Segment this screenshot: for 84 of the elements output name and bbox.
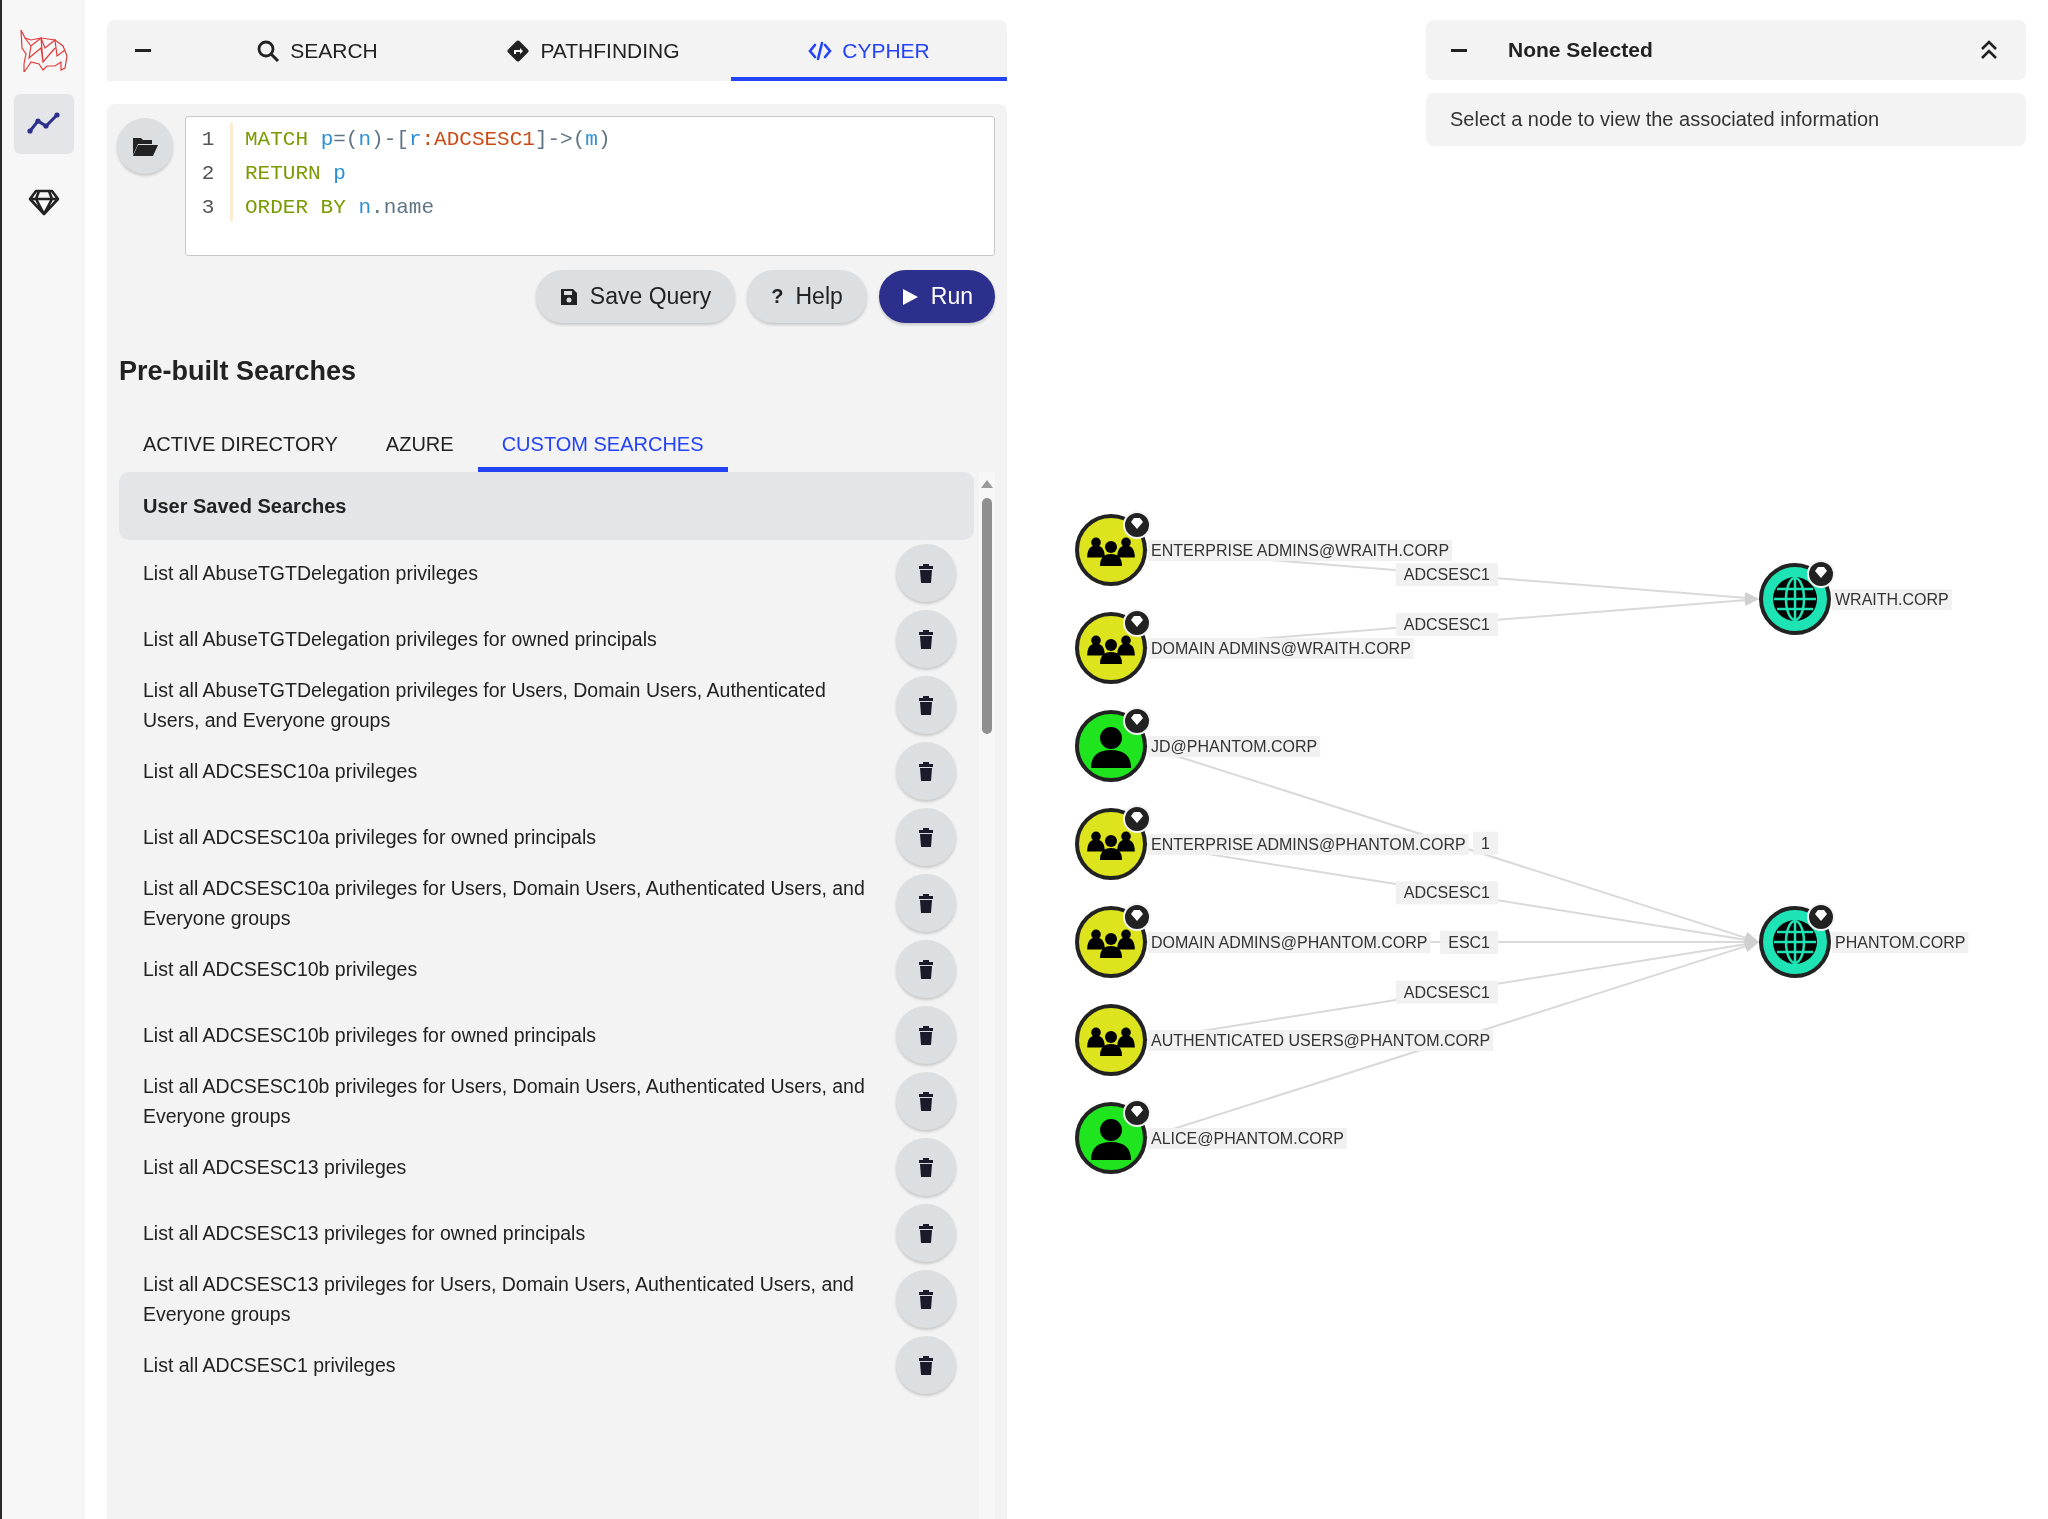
edge-label: ESC1 (1440, 931, 1499, 954)
minus-icon (134, 49, 152, 52)
delete-button[interactable] (896, 1072, 956, 1130)
tab[interactable]: PATHFINDING (455, 20, 731, 81)
edge-label: ADCSESC1 (1395, 563, 1499, 587)
trash-icon (918, 1091, 934, 1111)
minus-icon (1450, 48, 1468, 52)
trash-icon (918, 563, 934, 583)
delete-button[interactable] (896, 808, 956, 866)
trash-icon (918, 629, 934, 649)
trash-icon (918, 695, 934, 715)
node-label: WRAITH.CORP (1832, 589, 1952, 610)
node-label: ENTERPRISE ADMINS@PHANTOM.CORP (1148, 834, 1469, 855)
delete-button[interactable] (896, 1138, 956, 1196)
panel-title: None Selected (1508, 38, 1654, 62)
save-icon (559, 287, 578, 306)
tab[interactable]: AZURE (361, 423, 478, 472)
delete-button[interactable] (896, 874, 956, 932)
saved-search-item[interactable]: List all ADCSESC13 privileges for owned principals (143, 1218, 586, 1248)
saved-search-item[interactable]: List all AbuseTGTDelegation privileges (143, 558, 478, 588)
tab[interactable]: SEARCH (179, 20, 455, 81)
edge-label: ADCSESC1 (1395, 881, 1499, 905)
saved-search-item[interactable]: List all ADCSESC10b privileges for Users, Domain Users, Authenticated Users, and Everyone groups (143, 1071, 883, 1131)
group-node[interactable] (1075, 1004, 1147, 1076)
trash-icon (918, 827, 934, 847)
saved-search-item[interactable]: List all ADCSESC10a privileges for Users, Domain Users, Authenticated Users, and Everyone groups (143, 873, 883, 933)
saved-search-item[interactable]: List all ADCSESC10b privileges (143, 954, 418, 984)
node-label: DOMAIN ADMINS@PHANTOM.CORP (1148, 932, 1431, 953)
section-title: Pre-built Searches (119, 356, 358, 387)
nav-button[interactable] (13, 94, 74, 154)
line-number: 2 (201, 161, 215, 187)
line-number: 1 (201, 127, 215, 153)
saved-search-item[interactable]: List all AbuseTGTDelegation privileges for Users, Domain Users, Authenticated Users, and Everyone groups (143, 675, 883, 735)
delete-button[interactable] (896, 676, 956, 734)
help-button[interactable]: ? Help (747, 270, 867, 323)
trash-icon (918, 959, 934, 979)
trash-icon (918, 1355, 934, 1375)
code-line: RETURN p (245, 161, 347, 187)
edge-label: 1 (1473, 831, 1499, 855)
trash-icon (918, 1223, 934, 1243)
delete-button[interactable] (896, 544, 956, 602)
saved-search-item[interactable]: List all ADCSESC13 privileges for Users, Domain Users, Authenticated Users, and Everyone groups (143, 1269, 883, 1329)
saved-search-item[interactable]: List all AbuseTGTDelegation privileges for owned principals (143, 624, 657, 654)
delete-button[interactable] (896, 742, 956, 800)
tab[interactable]: CYPHER (731, 20, 1007, 81)
saved-search-item[interactable]: List all ADCSESC13 privileges (143, 1152, 407, 1182)
delete-button[interactable] (896, 610, 956, 668)
line-number: 3 (201, 195, 215, 221)
node-label: ALICE@PHANTOM.CORP (1148, 1128, 1347, 1149)
saved-search-item[interactable]: List all ADCSESC1 privileges (143, 1350, 396, 1380)
node-label: AUTHENTICATED USERS@PHANTOM.CORP (1148, 1030, 1494, 1051)
delete-button[interactable] (896, 1336, 956, 1394)
trash-icon (918, 761, 934, 781)
trash-icon (918, 893, 934, 913)
delete-button[interactable] (896, 1270, 956, 1328)
folder-icon (132, 135, 158, 157)
trash-icon (918, 1025, 934, 1045)
list-header: User Saved Searches (119, 472, 974, 540)
saved-search-item[interactable]: List all ADCSESC10b privileges for owned principals (143, 1020, 597, 1050)
node-label: JD@PHANTOM.CORP (1148, 736, 1321, 757)
collapse-button[interactable] (1450, 48, 1468, 52)
open-query-button[interactable] (117, 118, 173, 174)
edge-label: ADCSESC1 (1395, 980, 1499, 1004)
trash-icon (918, 1157, 934, 1177)
delete-button[interactable] (896, 1204, 956, 1262)
code-line: MATCH p=(n)-[r:ADCSESC1]->(m) (245, 127, 611, 153)
node-label: ENTERPRISE ADMINS@WRAITH.CORP (1148, 540, 1453, 561)
search-icon (256, 38, 281, 63)
node-label: DOMAIN ADMINS@WRAITH.CORP (1148, 638, 1414, 659)
delete-button[interactable] (896, 1006, 956, 1064)
saved-search-item[interactable]: List all ADCSESC10a privileges (143, 756, 418, 786)
edge-label: ADCSESC1 (1395, 612, 1499, 636)
saved-search-item[interactable]: List all ADCSESC10a privileges for owned principals (143, 822, 597, 852)
node-label: PHANTOM.CORP (1832, 932, 1969, 953)
code-editor[interactable]: 1 2 3 MATCH p=(n)-[r:ADCSESC1]->(m) RETURN p ORDER BY n.name (185, 116, 995, 256)
trash-icon (918, 1289, 934, 1309)
question-mark-icon: ? (771, 285, 784, 308)
tab[interactable]: ACTIVE DIRECTORY (119, 423, 362, 472)
delete-button[interactable] (896, 940, 956, 998)
info-message: Select a node to view the associated information (1426, 93, 2026, 146)
code-line: ORDER BY n.name (245, 195, 436, 221)
play-icon (900, 287, 919, 306)
run-button[interactable]: Run (878, 270, 995, 323)
save-query-button[interactable]: Save Query (535, 270, 736, 323)
